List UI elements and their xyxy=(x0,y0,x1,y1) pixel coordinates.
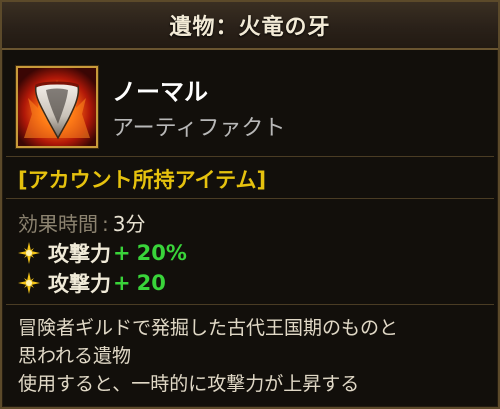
item-rarity: ノーマル xyxy=(112,78,208,106)
divider xyxy=(6,156,494,157)
stat-plus: + xyxy=(113,271,131,295)
item-tooltip: 遺物：火竜の牙 ノーマル アーティファクト [アカウント所持アイテム] 効果時間… xyxy=(0,0,500,409)
description-line: 思われる遺物 xyxy=(18,345,132,367)
stat-value: 20% xyxy=(136,241,187,265)
stat-row: 攻撃力 +20 xyxy=(18,268,166,298)
dragon-fang-icon xyxy=(16,66,98,148)
divider xyxy=(6,198,494,199)
description-line: 使用すると、一時的に攻撃力が上昇する xyxy=(18,373,360,395)
stat-row: 攻撃力 +20% xyxy=(18,238,187,268)
duration-separator: : xyxy=(102,212,109,236)
stat-plus: + xyxy=(113,241,131,265)
account-bound-label: [アカウント所持アイテム] xyxy=(18,168,267,192)
sparkle-icon xyxy=(18,242,40,264)
title-bar: 遺物：火竜の牙 xyxy=(2,2,498,50)
stat-label: 攻撃力 xyxy=(48,242,111,266)
item-category: アーティファクト xyxy=(112,116,286,141)
item-header: ノーマル アーティファクト xyxy=(16,66,486,150)
effect-duration: 効果時間:3分 xyxy=(18,208,145,237)
duration-value: 3分 xyxy=(112,212,146,236)
description-line: 冒険者ギルドで発掘した古代王国期のものと xyxy=(18,317,399,339)
stat-label: 攻撃力 xyxy=(48,272,111,296)
divider xyxy=(6,304,494,305)
sparkle-icon xyxy=(18,272,40,294)
duration-label: 効果時間 xyxy=(18,212,98,236)
stat-value: 20 xyxy=(136,271,166,295)
item-title: 遺物：火竜の牙 xyxy=(169,15,331,40)
item-description: 冒険者ギルドで発掘した古代王国期のものと 思われる遺物 使用すると、一時的に攻撃… xyxy=(18,314,488,398)
